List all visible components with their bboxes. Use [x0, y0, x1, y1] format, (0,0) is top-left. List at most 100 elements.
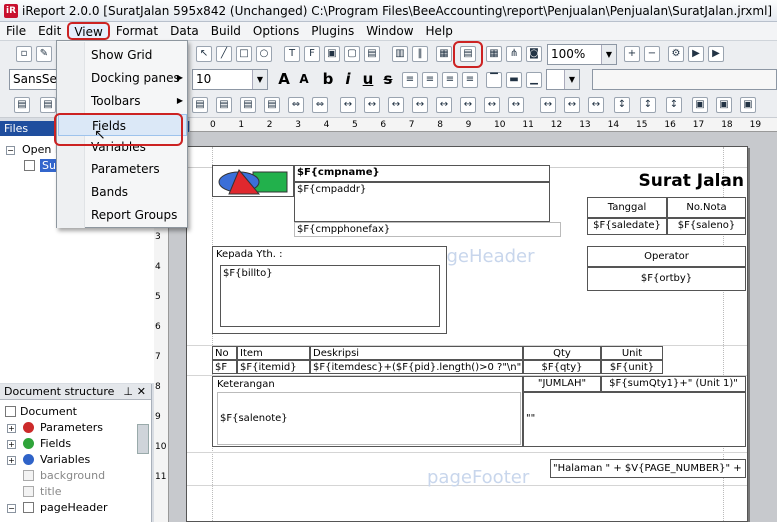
resize-icon[interactable]: ↔ [508, 97, 524, 113]
resize-icon[interactable]: ↔ [484, 97, 500, 113]
center-icon[interactable]: ▣ [740, 97, 756, 113]
salenote-field[interactable]: $F{salenote} [217, 392, 521, 445]
resize-icon[interactable]: ↔ [460, 97, 476, 113]
sumqty-field[interactable]: $F{sumQty1}+" (Unit 1)" [601, 376, 746, 392]
menu-help[interactable]: Help [420, 22, 459, 40]
align-right-icon[interactable]: ≡ [442, 72, 458, 88]
menu-item-report-groups[interactable]: Report Groups [58, 204, 187, 226]
font-increase-button[interactable]: A [276, 69, 292, 89]
ds-item-fields[interactable]: + Fields [0, 436, 151, 452]
align-tool-icon[interactable]: ▤ [40, 97, 56, 113]
border-select[interactable]: ▼ [546, 69, 580, 90]
zoom-out-icon[interactable]: − [644, 46, 660, 62]
row-no-field[interactable]: $F [212, 360, 237, 374]
menu-item-parameters[interactable]: Parameters [58, 158, 187, 180]
pointer-icon[interactable]: ↖ [196, 46, 212, 62]
same-height-icon[interactable]: ↕ [666, 97, 682, 113]
cmpphonefax-field[interactable]: $F{cmpphonefax} [294, 222, 561, 237]
static-text-icon[interactable]: T [284, 46, 300, 62]
scrollbar-thumb[interactable] [137, 424, 149, 454]
grid-icon[interactable]: ▦ [486, 46, 502, 62]
ds-item-title[interactable]: title [0, 484, 151, 500]
saleno-field[interactable]: $F{saleno} [667, 218, 746, 235]
nonota-label[interactable]: No.Nota [667, 197, 746, 218]
same-height-icon[interactable]: ↕ [640, 97, 656, 113]
zoom-select[interactable]: 100% ▼ [547, 44, 617, 65]
valign-top-icon[interactable]: ▔ [486, 72, 502, 88]
ds-item-variables[interactable]: + Variables [0, 452, 151, 468]
wand-icon[interactable]: ✎ [36, 46, 52, 62]
col-no-header[interactable]: No [212, 346, 237, 360]
cmpaddr-field[interactable]: $F{cmpaddr} [294, 182, 550, 222]
image-icon[interactable]: ▣ [324, 46, 340, 62]
strikethrough-button[interactable]: s [380, 69, 396, 89]
underline-button[interactable]: u [360, 69, 376, 89]
billto-field[interactable]: $F{billto} [220, 265, 440, 327]
jumlah-label[interactable]: "JUMLAH" [523, 376, 601, 392]
col-item-header[interactable]: Item [237, 346, 310, 360]
same-width-icon[interactable]: ↔ [540, 97, 556, 113]
same-width-icon[interactable]: ↔ [588, 97, 604, 113]
line-icon[interactable]: ╱ [216, 46, 232, 62]
bold-button[interactable]: b [320, 69, 336, 89]
expression-field[interactable] [592, 69, 777, 90]
rectangle-icon[interactable]: □ [236, 46, 252, 62]
menu-window[interactable]: Window [360, 22, 419, 40]
collapse-icon[interactable]: − [6, 146, 15, 155]
collapse-icon[interactable]: − [7, 504, 16, 513]
col-desc-header[interactable]: Deskripsi [310, 346, 523, 360]
align-left-icon[interactable]: ≡ [402, 72, 418, 88]
center-icon[interactable]: ▣ [716, 97, 732, 113]
menu-format[interactable]: Format [110, 22, 164, 40]
same-height-icon[interactable]: ↕ [614, 97, 630, 113]
frame-icon[interactable]: ▢ [344, 46, 360, 62]
expand-icon[interactable]: + [7, 440, 16, 449]
menu-item-toolbars[interactable]: Toolbars ▶ [58, 90, 187, 112]
menu-file[interactable]: File [0, 22, 32, 40]
menu-item-bands[interactable]: Bands [58, 181, 187, 203]
logo-image[interactable] [212, 165, 294, 197]
tree-icon[interactable]: ⋔ [506, 46, 522, 62]
resize-icon[interactable]: ↔ [340, 97, 356, 113]
zoom-in-icon[interactable]: + [624, 46, 640, 62]
report-title[interactable]: Surat Jalan [550, 166, 746, 194]
align-justify-icon[interactable]: ≡ [462, 72, 478, 88]
menu-data[interactable]: Data [164, 22, 205, 40]
barcode-icon[interactable]: ‖ [412, 46, 428, 62]
same-width-icon[interactable]: ↔ [564, 97, 580, 113]
chart-icon[interactable]: ▥ [392, 46, 408, 62]
expand-icon[interactable]: + [7, 424, 16, 433]
col-qty-header[interactable]: Qty [523, 346, 601, 360]
crosstab-icon[interactable]: ▦ [436, 46, 452, 62]
run-db-icon[interactable]: ▶ [708, 46, 724, 62]
center-icon[interactable]: ▣ [692, 97, 708, 113]
valign-bottom-icon[interactable]: ▁ [526, 72, 542, 88]
align-center-icon[interactable]: ≡ [422, 72, 438, 88]
ds-item-pageheader[interactable]: − pageHeader [0, 500, 151, 516]
run-icon[interactable]: ▶ [688, 46, 704, 62]
align-tool-icon[interactable]: ▤ [264, 97, 280, 113]
resize-icon[interactable]: ↔ [412, 97, 428, 113]
align-tool-icon[interactable]: ▤ [216, 97, 232, 113]
align-tool-icon[interactable]: ▤ [14, 97, 30, 113]
resize-icon[interactable]: ↔ [364, 97, 380, 113]
saledate-field[interactable]: $F{saledate} [587, 218, 667, 235]
align-tool-icon[interactable]: ▤ [192, 97, 208, 113]
ortby-field[interactable]: $F{ortby} [587, 267, 746, 291]
menu-build[interactable]: Build [205, 22, 247, 40]
row-desc-field[interactable]: $F{itemdesc}+($F{pid}.length()>0 ?"\n"+$… [310, 360, 523, 374]
page-number-field[interactable]: "Halaman " + $V{PAGE_NUMBER}" + $V [550, 459, 746, 478]
subreport-icon[interactable]: ▤ [364, 46, 380, 62]
tanggal-label[interactable]: Tanggal [587, 197, 667, 218]
menu-plugins[interactable]: Plugins [305, 22, 360, 40]
ds-item-document[interactable]: Document [0, 404, 151, 420]
resize-icon[interactable]: ↔ [436, 97, 452, 113]
align-tool-icon[interactable]: ▤ [240, 97, 256, 113]
pin-icon[interactable]: ⊥ [123, 384, 133, 400]
operator-label[interactable]: Operator [587, 246, 746, 267]
menu-item-docking-panes[interactable]: Docking panes ▶ [58, 67, 187, 89]
close-icon[interactable]: ✕ [137, 384, 146, 400]
footer-quote-field[interactable]: "" [523, 392, 746, 447]
distribute-icon[interactable]: ⇔ [288, 97, 304, 113]
menu-view[interactable]: View [67, 22, 110, 40]
